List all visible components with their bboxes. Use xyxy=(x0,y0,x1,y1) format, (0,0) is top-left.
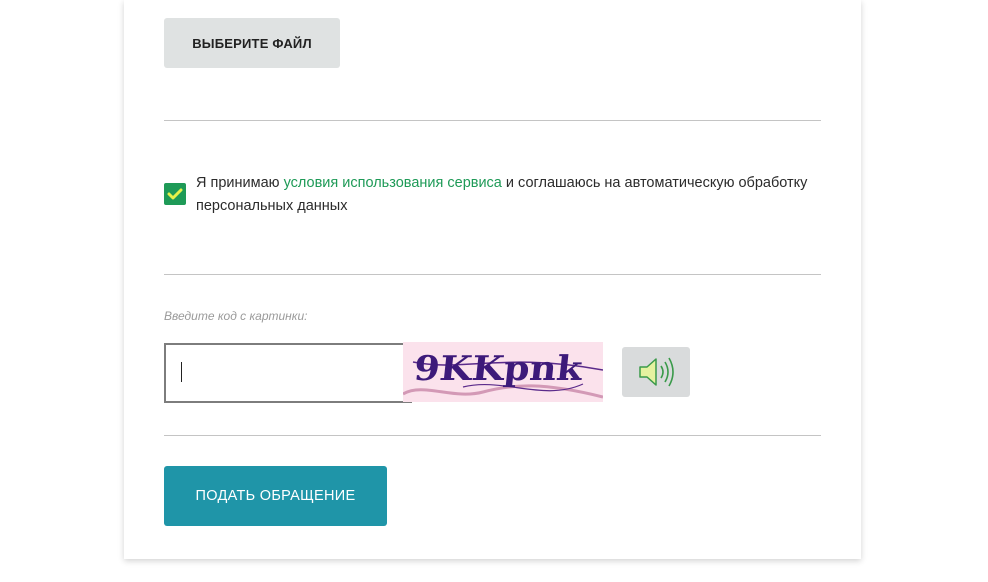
submit-button[interactable]: ПОДАТЬ ОБРАЩЕНИЕ xyxy=(164,466,387,526)
divider xyxy=(164,274,821,275)
form-card: ВЫБЕРИТЕ ФАЙЛ Я принимаю условия использ… xyxy=(124,0,861,559)
audio-captcha-button[interactable] xyxy=(622,347,690,397)
agree-checkbox[interactable] xyxy=(164,183,186,205)
checkmark-icon xyxy=(167,188,183,200)
divider xyxy=(164,120,821,121)
divider xyxy=(164,435,821,436)
captcha-label: Введите код с картинки: xyxy=(164,309,308,323)
terms-link[interactable]: условия использования сервиса xyxy=(284,175,502,191)
agreement-text: Я принимаю условия использования сервиса… xyxy=(196,172,826,218)
captcha-input[interactable] xyxy=(164,343,412,403)
speaker-icon xyxy=(639,357,674,387)
agreement-text-before: Я принимаю xyxy=(196,175,284,191)
captcha-text: 9KKpnk xyxy=(412,349,586,389)
text-caret xyxy=(181,362,182,382)
choose-file-button[interactable]: ВЫБЕРИТЕ ФАЙЛ xyxy=(164,18,340,68)
captcha-image: 9KKpnk xyxy=(403,342,603,402)
